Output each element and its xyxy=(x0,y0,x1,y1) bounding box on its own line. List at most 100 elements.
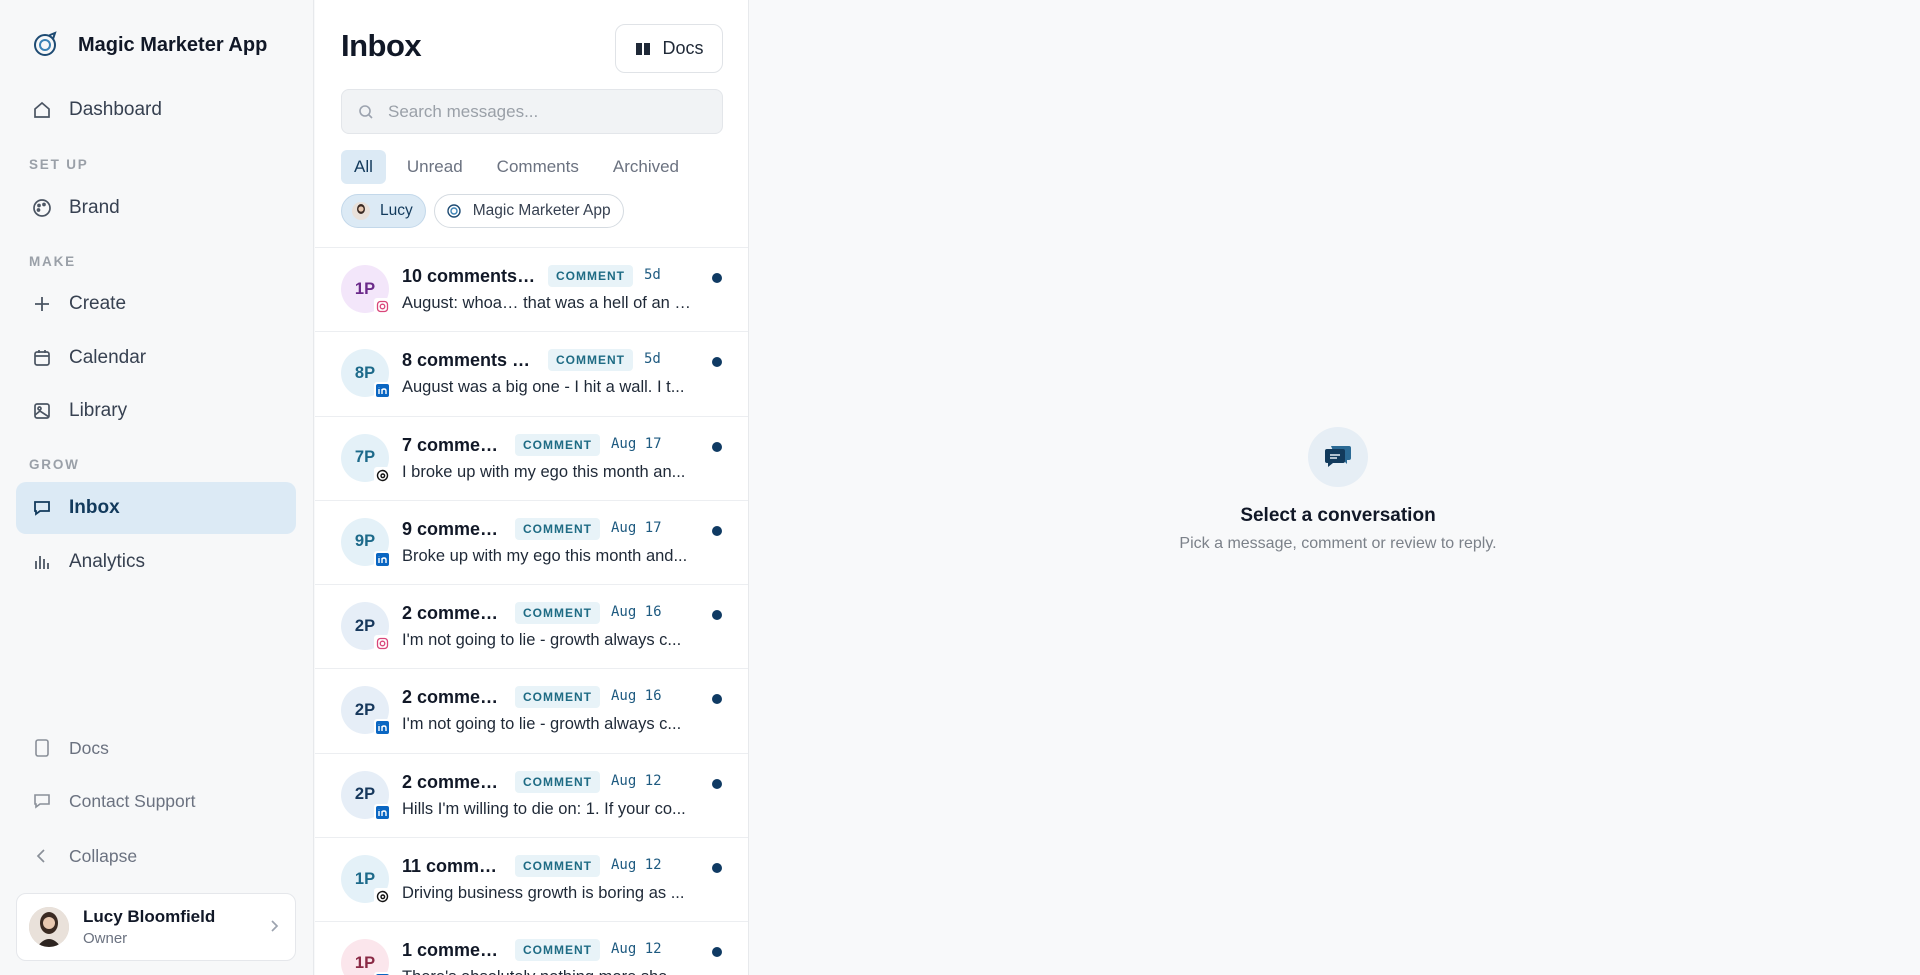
app-logo-icon xyxy=(30,30,60,60)
unread-dot-icon xyxy=(712,357,722,368)
linkedin-icon xyxy=(374,550,391,568)
message-preview: I'm not going to lie - growth always c..… xyxy=(402,631,682,650)
message-date: 5d xyxy=(644,351,661,368)
message-icon xyxy=(31,790,53,812)
conversation-icon xyxy=(1308,427,1368,487)
account-chip-lucy[interactable]: Lucy xyxy=(341,194,426,228)
sidebar-item-label: Create xyxy=(69,293,127,314)
sidebar-item-label: Dashboard xyxy=(69,99,162,120)
chat-icon xyxy=(31,497,53,519)
message-date: Aug 17 xyxy=(611,519,662,536)
list-item[interactable]: 2P2 comments o...COMMENTAug 16I'm not go… xyxy=(315,669,748,754)
app-logo-icon xyxy=(445,202,463,220)
list-item[interactable]: 2P2 comments o...COMMENTAug 16I'm not go… xyxy=(315,585,748,670)
chevron-left-icon xyxy=(31,845,53,867)
unread-dot-icon xyxy=(712,273,722,283)
sidebar-item-label: Analytics xyxy=(69,551,146,572)
user-role: Owner xyxy=(83,930,128,947)
message-preview: I broke up with my ego this month an... xyxy=(402,462,686,481)
tab-unread[interactable]: Unread xyxy=(394,150,476,184)
section-label-make: MAKE xyxy=(29,254,76,269)
empty-state-title: Select a conversation xyxy=(1240,505,1436,526)
status-badge: COMMENT xyxy=(515,770,600,793)
message-title: 2 comments o... xyxy=(402,771,507,792)
sidebar-item-analytics[interactable]: Analytics xyxy=(16,536,296,588)
message-title: 1 comment on ... xyxy=(402,940,507,961)
section-label-grow: GROW xyxy=(29,457,80,472)
status-badge: COMMENT xyxy=(515,433,600,456)
message-title: 10 comments on y... xyxy=(402,266,540,286)
message-preview: Driving business growth is boring as ... xyxy=(402,884,685,903)
avatar xyxy=(352,202,370,220)
message-preview: Broke up with my ego this month and... xyxy=(402,546,688,565)
list-item[interactable]: 1P10 comments on y...COMMENT5dAugust: wh… xyxy=(315,248,748,333)
message-title: 7 comments o... xyxy=(402,434,507,455)
message-preview: Hills I'm willing to die on: 1. If your … xyxy=(402,799,686,818)
sidebar-item-label: Library xyxy=(69,400,128,421)
tab-comments[interactable]: Comments xyxy=(484,150,592,184)
user-name: Lucy Bloomfield xyxy=(83,907,216,926)
message-list: 1P 10 comments on y... COMMENT 5d August: wh… xyxy=(315,247,748,975)
sidebar-item-label: Brand xyxy=(69,197,120,218)
list-item[interactable]: 7P7 comments o...COMMENTAug 17I broke up… xyxy=(315,417,748,501)
account-chip-magic-marketer[interactable]: Magic Marketer App xyxy=(433,194,624,228)
unread-dot-icon xyxy=(712,525,722,536)
sidebar-item-dashboard[interactable]: Dashboard xyxy=(16,84,296,136)
search-input[interactable] xyxy=(388,101,708,122)
sidebar-item-docs[interactable]: Docs xyxy=(16,722,296,774)
message-preview: There's absolutely nothing more sha... xyxy=(402,968,714,975)
message-title: 9 comments o... xyxy=(402,518,507,539)
collapse-button[interactable]: Collapse xyxy=(16,830,296,882)
sidebar-item-contact-support[interactable]: Contact Support xyxy=(16,775,296,827)
unread-dot-icon xyxy=(712,610,722,621)
tab-all[interactable]: All xyxy=(341,150,386,184)
unread-dot-icon xyxy=(712,441,722,452)
message-date: Aug 17 xyxy=(611,435,662,452)
book-open-icon xyxy=(634,40,652,58)
sidebar-item-label: Inbox xyxy=(69,497,120,518)
docs-button[interactable]: Docs xyxy=(615,24,723,73)
list-item[interactable]: 2P2 comments o...COMMENTAug 12Hills I'm … xyxy=(315,754,748,839)
chip-label: Lucy xyxy=(380,202,413,219)
app-brand[interactable]: Magic Marketer App xyxy=(30,30,267,60)
tab-archived[interactable]: Archived xyxy=(600,150,692,184)
message-title: 8 comments on yo... xyxy=(402,350,540,371)
message-date: Aug 16 xyxy=(611,604,662,621)
sidebar-item-create[interactable]: Create xyxy=(16,278,296,330)
sidebar-item-calendar[interactable]: Calendar xyxy=(16,332,296,384)
status-badge: COMMENT xyxy=(515,855,600,878)
list-item[interactable]: 1P11 comments o...COMMENTAug 12Driving b… xyxy=(315,838,748,923)
list-item[interactable]: 9P9 comments o...COMMENTAug 17Broke up w… xyxy=(315,501,748,586)
chip-label: Magic Marketer App xyxy=(472,202,611,219)
user-profile-card[interactable]: Lucy Bloomfield Owner xyxy=(16,893,296,961)
image-icon xyxy=(31,400,53,422)
message-preview: I'm not going to lie - growth always c..… xyxy=(402,715,682,734)
message-date: Aug 12 xyxy=(611,772,662,789)
unread-dot-icon xyxy=(712,863,722,874)
calendar-icon xyxy=(31,347,53,369)
threads-icon xyxy=(374,888,391,906)
avatar: 1P xyxy=(341,939,389,975)
status-badge: COMMENT xyxy=(515,517,600,540)
chevron-right-icon xyxy=(267,918,281,939)
unread-dot-icon xyxy=(712,778,722,789)
sidebar: Magic Marketer App Dashboard SET UP Bran… xyxy=(0,0,314,975)
search-box[interactable] xyxy=(341,89,723,134)
palette-icon xyxy=(31,197,53,219)
empty-state-subtitle: Pick a message, comment or review to rep… xyxy=(1179,535,1497,552)
status-badge: COMMENT xyxy=(548,349,633,372)
sidebar-item-label: Calendar xyxy=(69,347,147,368)
avatar xyxy=(29,907,69,947)
plus-icon xyxy=(31,293,53,315)
sidebar-item-brand[interactable]: Brand xyxy=(16,182,296,234)
status-badge: COMMENT xyxy=(515,686,600,709)
search-icon xyxy=(358,104,374,120)
sidebar-item-label: Docs xyxy=(69,737,109,758)
list-item[interactable]: 1P 1 comment on ... COMMENT Aug 12 There's a… xyxy=(315,922,748,975)
status-badge: COMMENT xyxy=(515,939,600,962)
status-badge: COMMENT xyxy=(515,602,600,625)
unread-dot-icon xyxy=(712,947,722,958)
sidebar-item-library[interactable]: Library xyxy=(16,385,296,437)
list-item[interactable]: 8P8 comments on yo...COMMENT5dAugust was… xyxy=(315,332,748,417)
sidebar-item-inbox[interactable]: Inbox xyxy=(16,482,296,534)
